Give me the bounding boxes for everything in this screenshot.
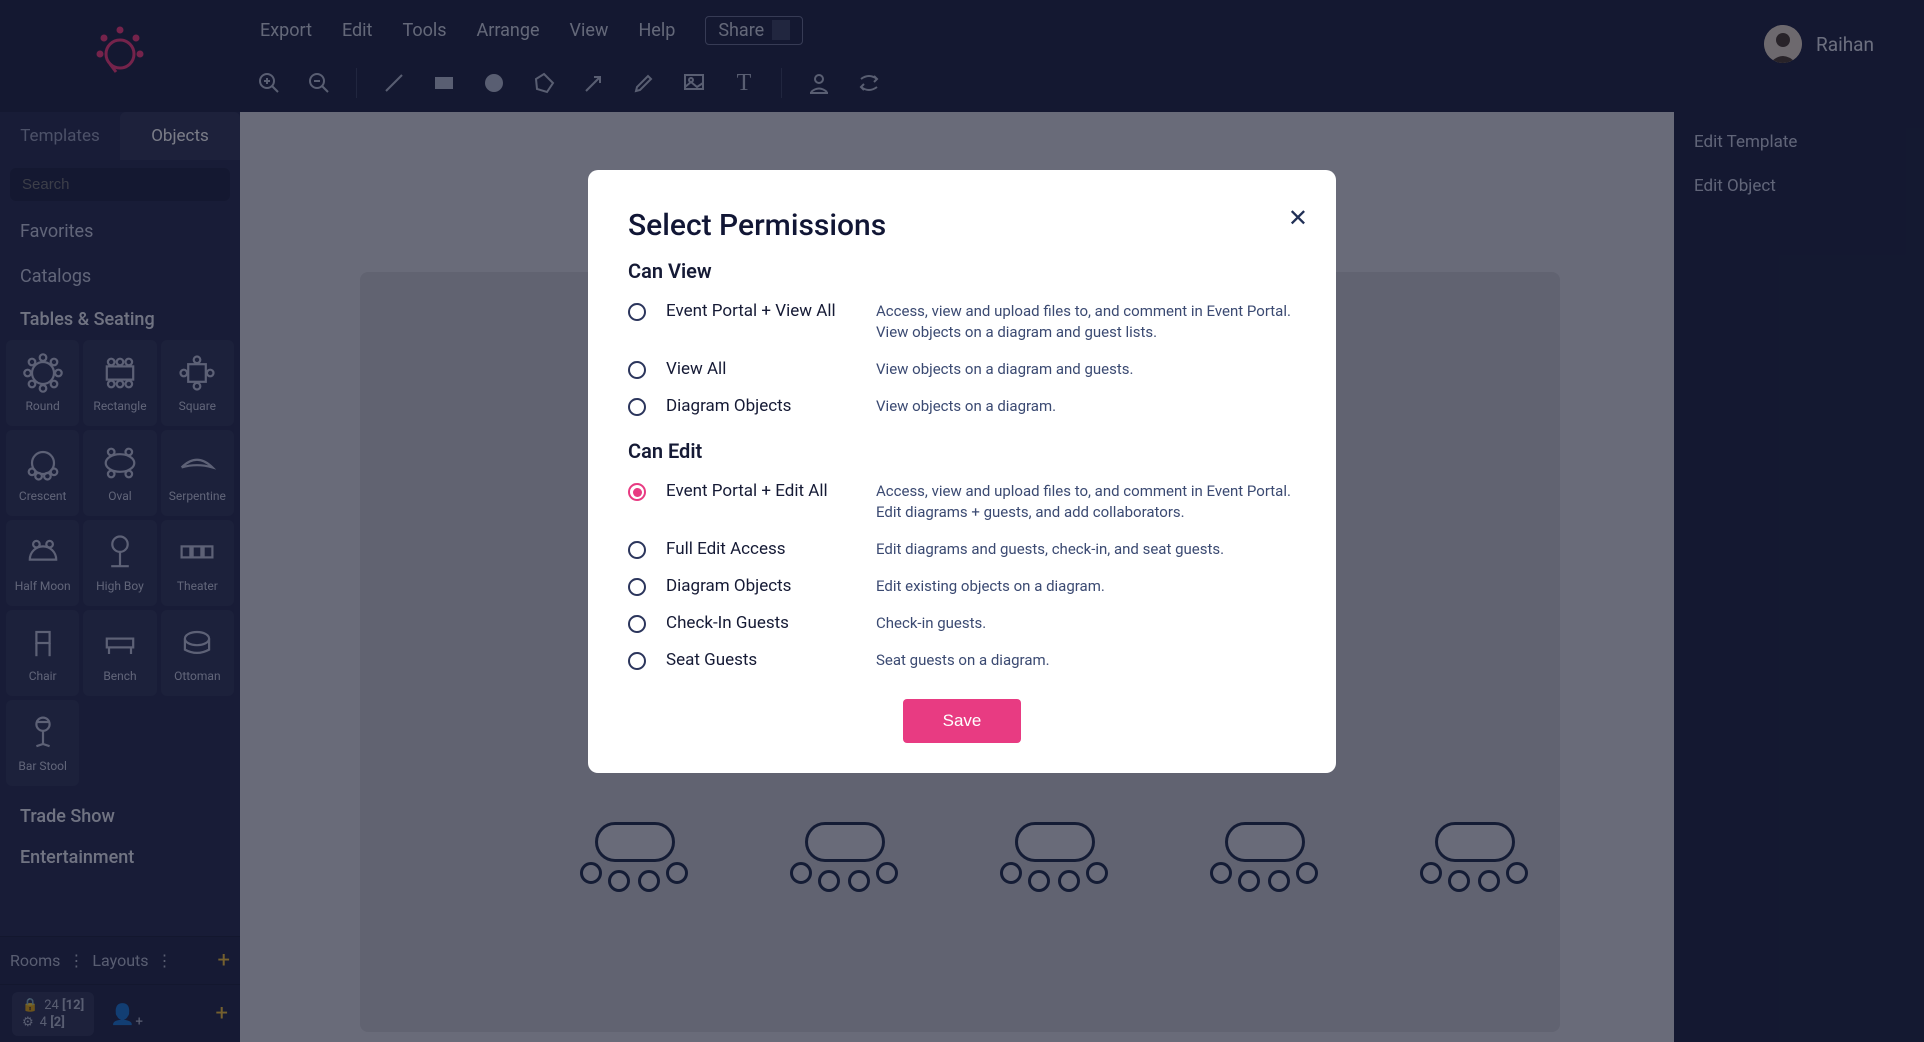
radio-button[interactable] bbox=[628, 483, 646, 501]
permission-option[interactable]: View All View objects on a diagram and gu… bbox=[628, 351, 1296, 388]
permission-option[interactable]: Seat Guests Seat guests on a diagram. bbox=[628, 642, 1296, 679]
permission-option[interactable]: Diagram Objects Edit existing objects on … bbox=[628, 568, 1296, 605]
permission-option[interactable]: Event Portal + Edit All Access, view and … bbox=[628, 473, 1296, 531]
close-icon[interactable]: ✕ bbox=[1288, 204, 1308, 233]
modal-title: Select Permissions bbox=[628, 208, 1296, 243]
radio-button[interactable] bbox=[628, 303, 646, 321]
permission-label: Seat Guests bbox=[666, 650, 856, 670]
permissions-heading: Can Edit bbox=[628, 439, 1296, 463]
permission-option[interactable]: Event Portal + View All Access, view and … bbox=[628, 293, 1296, 351]
permission-description: Seat guests on a diagram. bbox=[876, 650, 1296, 671]
permission-option[interactable]: Check-In Guests Check-in guests. bbox=[628, 605, 1296, 642]
permission-label: Event Portal + View All bbox=[666, 301, 856, 321]
permissions-heading: Can View bbox=[628, 259, 1296, 283]
radio-button[interactable] bbox=[628, 615, 646, 633]
radio-button[interactable] bbox=[628, 541, 646, 559]
permission-description: View objects on a diagram. bbox=[876, 396, 1296, 417]
radio-button[interactable] bbox=[628, 578, 646, 596]
modal-overlay: ✕ Select Permissions Can View Event Porta… bbox=[0, 0, 1924, 1042]
permission-option[interactable]: Diagram Objects View objects on a diagram… bbox=[628, 388, 1296, 425]
permission-description: Access, view and upload files to, and co… bbox=[876, 481, 1296, 523]
permission-description: View objects on a diagram and guests. bbox=[876, 359, 1296, 380]
radio-button[interactable] bbox=[628, 361, 646, 379]
permission-option[interactable]: Full Edit Access Edit diagrams and guests… bbox=[628, 531, 1296, 568]
permission-label: Check-In Guests bbox=[666, 613, 856, 633]
permission-description: Check-in guests. bbox=[876, 613, 1296, 634]
radio-button[interactable] bbox=[628, 398, 646, 416]
permission-label: Diagram Objects bbox=[666, 396, 856, 416]
permission-label: Event Portal + Edit All bbox=[666, 481, 856, 501]
permission-description: Access, view and upload files to, and co… bbox=[876, 301, 1296, 343]
permission-description: Edit existing objects on a diagram. bbox=[876, 576, 1296, 597]
permission-description: Edit diagrams and guests, check-in, and … bbox=[876, 539, 1296, 560]
permission-label: Full Edit Access bbox=[666, 539, 856, 559]
permissions-modal: ✕ Select Permissions Can View Event Porta… bbox=[588, 170, 1336, 773]
permission-label: View All bbox=[666, 359, 856, 379]
save-button[interactable]: Save bbox=[903, 699, 1022, 743]
permission-label: Diagram Objects bbox=[666, 576, 856, 596]
radio-button[interactable] bbox=[628, 652, 646, 670]
